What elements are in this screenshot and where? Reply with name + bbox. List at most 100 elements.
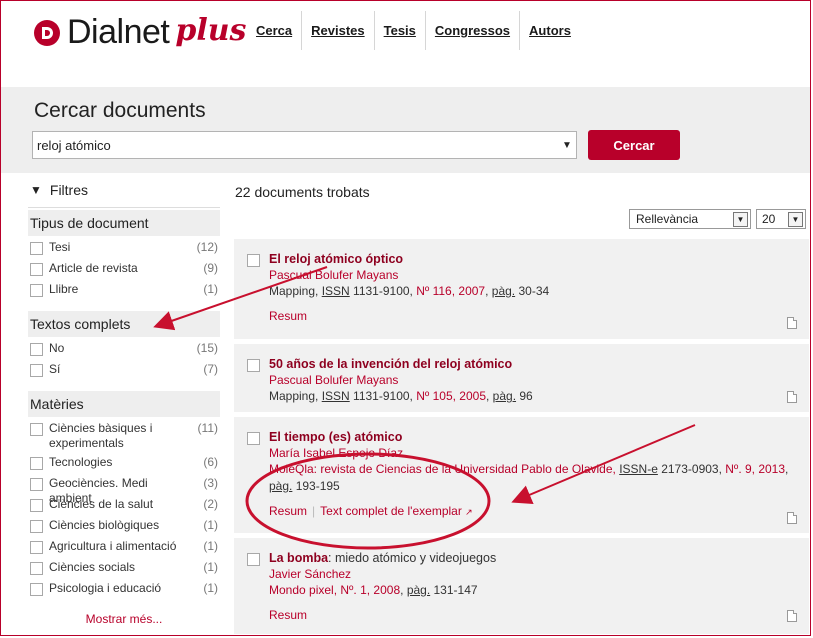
title-highlight: La bomba — [269, 551, 329, 565]
facet-checkbox[interactable] — [30, 242, 43, 255]
issn-label[interactable]: ISSN — [322, 284, 350, 298]
abstract-link[interactable]: Resum — [269, 309, 307, 323]
pages-label: pàg. — [406, 583, 431, 597]
facet-item[interactable]: Ciències socials (1) — [28, 560, 220, 581]
facet-count: (2) — [203, 497, 218, 511]
site-header: Dialnet plus Cerca Revistes Tesis Congre… — [1, 1, 810, 87]
abstract-link[interactable]: Resum — [269, 504, 307, 518]
facet-item[interactable]: Tesi (12) — [28, 240, 220, 261]
issue-link[interactable]: Nº 116, 2007 — [416, 284, 485, 298]
facet-checkbox[interactable] — [30, 457, 43, 470]
nav-tesis[interactable]: Tesis — [375, 11, 426, 50]
pages-value: 193-195 — [292, 479, 340, 493]
facet-count: (12) — [196, 240, 218, 254]
result-checkbox[interactable] — [247, 254, 260, 267]
sort-value: Rellevància — [636, 212, 699, 226]
result-source: Mapping, ISSN 1131-9100, Nº 116, 2007, p… — [269, 283, 799, 300]
result-checkbox[interactable] — [247, 432, 260, 445]
result-title[interactable]: 50 años de la invención del reloj atómic… — [269, 356, 799, 372]
full-text-link[interactable]: Text complet de l'exemplar — [320, 504, 462, 518]
nav-congressos[interactable]: Congressos — [426, 11, 521, 50]
facet-checkbox[interactable] — [30, 520, 43, 533]
issue-link[interactable]: Nº. 9, 2013 — [725, 462, 785, 476]
facet-item[interactable]: Article de revista (9) — [28, 261, 220, 282]
result-author[interactable]: Pascual Bolufer Mayans — [269, 372, 799, 388]
result-item: La bomba: miedo atómico y videojuegos Ja… — [234, 538, 809, 634]
facet-item[interactable]: Ciències biològiques (1) — [28, 518, 220, 539]
document-icon[interactable] — [787, 512, 797, 524]
facet-item[interactable]: No (15) — [28, 341, 220, 362]
per-page-select[interactable]: 20 ▼ — [756, 209, 806, 229]
facet-checkbox[interactable] — [30, 541, 43, 554]
source-journal[interactable]: MoleQla: revista de Ciencias de la Unive… — [269, 462, 619, 476]
facet-checkbox[interactable] — [30, 499, 43, 512]
issue-link[interactable]: Nº. 1, 2008 — [340, 583, 400, 597]
top-nav: Cerca Revistes Tesis Congressos Autors — [247, 11, 580, 50]
sort-dropdown-icon[interactable]: ▼ — [733, 212, 748, 227]
facet-checkbox[interactable] — [30, 562, 43, 575]
facet-label: Llibre — [49, 282, 79, 296]
sort-select[interactable]: Rellevància ▼ — [629, 209, 751, 229]
show-more-link[interactable]: Mostrar més... — [28, 608, 220, 630]
pages-separator: , — [485, 284, 492, 298]
result-title[interactable]: La bomba: miedo atómico y videojuegos — [269, 550, 799, 566]
dialnet-logo-icon — [34, 19, 60, 46]
result-links: Resum — [269, 607, 799, 623]
nav-autors[interactable]: Autors — [520, 11, 580, 50]
nav-revistes[interactable]: Revistes — [302, 11, 375, 50]
search-input[interactable] — [33, 133, 558, 157]
pages-label: pàg. — [492, 389, 517, 403]
issue-link[interactable]: Nº 105, 2005 — [416, 389, 486, 403]
facet-checkbox[interactable] — [30, 263, 43, 276]
facet-checkbox[interactable] — [30, 284, 43, 297]
facet-count: (1) — [203, 518, 218, 532]
facet-checkbox[interactable] — [30, 583, 43, 596]
facet-item[interactable]: Ciències bàsiques i experimentals (11) — [28, 421, 220, 455]
pages-value: 30-34 — [515, 284, 550, 298]
issn-label[interactable]: ISSN-e — [619, 462, 658, 476]
dialnet-logo[interactable]: Dialnet plus — [33, 13, 246, 52]
facet-checkbox[interactable] — [30, 364, 43, 377]
document-icon[interactable] — [787, 317, 797, 329]
nav-revistes-label: Revistes — [311, 23, 365, 38]
facet-count: (7) — [203, 362, 218, 376]
abstract-link[interactable]: Resum — [269, 608, 307, 622]
facet-label: Sí — [49, 362, 61, 376]
facet-item[interactable]: Agricultura i alimentació (1) — [28, 539, 220, 560]
facet-label: Ciències socials — [49, 560, 136, 574]
facet-item[interactable]: Tecnologies (6) — [28, 455, 220, 476]
facet-count: (15) — [196, 341, 218, 355]
facet-checkbox[interactable] — [30, 343, 43, 356]
facet-item[interactable]: Sí (7) — [28, 362, 220, 383]
source-journal[interactable]: Mondo pixel, — [269, 583, 340, 597]
facet-label: Article de revista — [49, 261, 138, 275]
facet-checkbox[interactable] — [30, 423, 43, 436]
result-checkbox[interactable] — [247, 553, 260, 566]
issn-label[interactable]: ISSN — [322, 389, 350, 403]
facet-label: Ciències bàsiques i experimentals — [49, 421, 153, 450]
facet-item[interactable]: Psicologia i educació (1) — [28, 581, 220, 602]
nav-cerca[interactable]: Cerca — [247, 11, 303, 50]
result-author[interactable]: Pascual Bolufer Mayans — [269, 267, 799, 283]
search-button[interactable]: Cercar — [588, 130, 680, 160]
result-source: Mapping, ISSN 1131-9100, Nº 105, 2005, p… — [269, 388, 799, 405]
facet-item[interactable]: Llibre (1) — [28, 282, 220, 303]
pages-value: 131-147 — [430, 583, 478, 597]
facet-checkbox[interactable] — [30, 478, 43, 491]
result-author[interactable]: Javier Sánchez — [269, 566, 799, 582]
result-author[interactable]: María Isabel Espejo Díaz — [269, 445, 799, 461]
facet-list-subjects: Ciències bàsiques i experimentals (11) Te… — [28, 417, 220, 608]
search-box: ▼ — [32, 131, 577, 159]
document-icon[interactable] — [787, 391, 797, 403]
document-icon[interactable] — [787, 610, 797, 622]
result-title[interactable]: El reloj atómico óptico — [269, 251, 799, 267]
result-checkbox[interactable] — [247, 359, 260, 372]
facet-item[interactable]: Geociències. Medi ambient (3) — [28, 476, 220, 505]
result-title[interactable]: El tiempo (es) atómico — [269, 429, 799, 445]
search-dropdown-icon[interactable]: ▼ — [558, 140, 576, 151]
result-source: MoleQla: revista de Ciencias de la Unive… — [269, 461, 799, 495]
per-page-dropdown-icon[interactable]: ▼ — [788, 212, 803, 227]
facet-item[interactable]: Ciències de la salut (2) — [28, 497, 220, 518]
facet-title-subjects: Matèries — [28, 391, 220, 417]
issn-value: 1131-9100, — [349, 284, 417, 298]
